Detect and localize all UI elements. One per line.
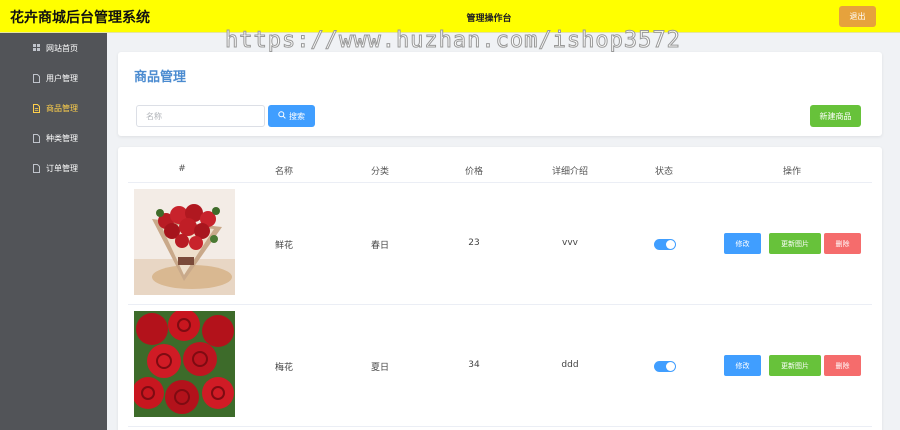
edit-button[interactable]: 修改: [724, 355, 761, 376]
status-toggle[interactable]: [654, 239, 676, 250]
sidebar-item-orders[interactable]: 订单管理: [0, 153, 107, 183]
product-price: 34: [468, 360, 480, 370]
product-image: [134, 189, 235, 295]
grid-icon: [33, 43, 40, 53]
column-header-price: 价格: [464, 167, 484, 177]
sidebar-item-products[interactable]: 商品管理: [0, 93, 107, 123]
column-header-name: 名称: [274, 167, 294, 177]
search-icon: [278, 111, 289, 121]
divider: [128, 304, 872, 305]
sidebar-item-label: 商品管理: [46, 103, 78, 113]
document-icon: [33, 103, 40, 113]
sidebar-item-users[interactable]: 用户管理: [0, 63, 107, 93]
update-image-button[interactable]: 更新图片: [769, 233, 821, 254]
product-category: 夏日: [370, 363, 390, 373]
product-image: [134, 311, 235, 417]
new-product-button[interactable]: 新建商品: [810, 105, 861, 127]
divider: [128, 182, 872, 183]
search-button[interactable]: 搜索: [268, 105, 315, 127]
product-table: # 名称 分类 价格 详细介绍 状态 操作 鲜花 春日 23 vvv 修改 更新…: [118, 147, 882, 430]
product-description: vvv: [562, 238, 578, 248]
column-header-index: #: [178, 164, 186, 174]
column-header-description: 详细介绍: [551, 167, 589, 177]
console-title: 管理操作台: [466, 14, 512, 24]
sidebar-item-label: 用户管理: [46, 73, 78, 83]
product-category: 春日: [370, 241, 390, 251]
sidebar-item-label: 订单管理: [46, 163, 78, 173]
sidebar-item-label: 网站首页: [46, 43, 78, 53]
page-title: 商品管理: [134, 70, 187, 85]
product-name: 梅花: [274, 363, 294, 373]
sidebar: 网站首页 用户管理 商品管理 种类管理 订单管理: [0, 33, 107, 430]
search-button-label: 搜索: [289, 111, 305, 121]
sidebar-item-home[interactable]: 网站首页: [0, 33, 107, 63]
product-name: 鲜花: [274, 241, 294, 251]
search-input[interactable]: [136, 105, 265, 127]
column-header-actions: 操作: [782, 167, 802, 177]
product-description: ddd: [561, 360, 579, 370]
update-image-button[interactable]: 更新图片: [769, 355, 821, 376]
document-icon: [33, 133, 40, 143]
column-header-status: 状态: [654, 167, 674, 177]
search-panel: 商品管理 搜索 新建商品: [118, 52, 882, 136]
delete-button[interactable]: 删除: [824, 233, 861, 254]
sidebar-item-categories[interactable]: 种类管理: [0, 123, 107, 153]
delete-button[interactable]: 删除: [824, 355, 861, 376]
document-icon: [33, 163, 40, 173]
edit-button[interactable]: 修改: [724, 233, 761, 254]
sidebar-item-label: 种类管理: [46, 133, 78, 143]
document-icon: [33, 73, 40, 83]
logout-button[interactable]: 退出: [839, 6, 876, 27]
top-header: 花卉商城后台管理系统 管理操作台 退出: [0, 0, 900, 33]
status-toggle[interactable]: [654, 361, 676, 372]
product-price: 23: [468, 238, 480, 248]
divider: [128, 426, 872, 427]
column-header-category: 分类: [370, 167, 390, 177]
